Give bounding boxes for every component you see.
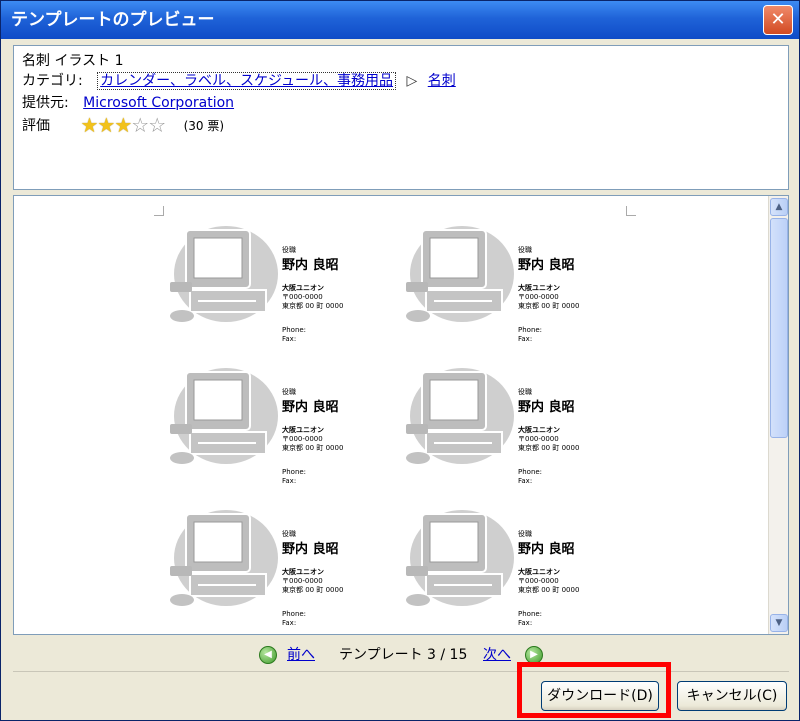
business-card: 役職 野内 良昭 大阪ユニオン 〒000-0000 東京都 00 町 0000 … [400, 364, 630, 504]
business-card: 役職 野内 良昭 大阪ユニオン 〒000-0000 東京都 00 町 0000 … [164, 222, 394, 362]
card-zip: 〒000-0000 [282, 293, 323, 301]
crop-mark [154, 206, 164, 216]
rating-row: 評価 ★★★☆☆ (30 票) [22, 114, 224, 136]
card-name: 野内 良昭 [282, 542, 339, 557]
business-card: 役職 野内 良昭 大阪ユニオン 〒000-0000 東京都 00 町 0000 … [164, 506, 394, 634]
subcategory-link[interactable]: 名刺 [428, 73, 456, 89]
business-card: 役職 野内 良昭 大阪ユニオン 〒000-0000 東京都 00 町 0000 … [400, 506, 630, 634]
star-empty-icon: ☆ [148, 113, 166, 137]
card-company: 大阪ユニオン [518, 284, 560, 292]
category-link[interactable]: カレンダー、ラベル、スケジュール、事務用品 [97, 72, 397, 90]
card-name: 野内 良昭 [282, 258, 339, 273]
close-button[interactable]: ✕ [763, 5, 793, 35]
card-name: 野内 良昭 [518, 542, 575, 557]
template-preview-dialog: テンプレートのプレビュー ✕ 名刺 イラスト 1 カテゴリ: カレンダー、ラベル… [0, 0, 800, 721]
crop-mark [626, 206, 636, 216]
template-preview-area: 役職 野内 良昭 大阪ユニオン 〒000-0000 東京都 00 町 0000 … [13, 195, 789, 635]
arrow-down-icon: ▼ [775, 618, 783, 628]
card-address: 東京都 00 町 0000 [518, 444, 580, 452]
card-zip: 〒000-0000 [282, 435, 323, 443]
vertical-scrollbar[interactable]: ▲ ▼ [768, 196, 788, 634]
card-fax: Fax: [282, 335, 297, 343]
card-company: 大阪ユニオン [518, 426, 560, 434]
category-label: カテゴリ: [22, 73, 83, 89]
next-arrow-icon[interactable]: ▶ [525, 646, 543, 664]
card-job-title: 役職 [282, 246, 296, 254]
provider-link[interactable]: Microsoft Corporation [83, 95, 234, 111]
star-empty-icon: ☆ [131, 113, 149, 137]
rating-stars: ★★★☆☆ [80, 113, 166, 137]
scroll-up-button[interactable]: ▲ [770, 198, 788, 216]
rating-votes: (30 票) [183, 119, 225, 133]
card-zip: 〒000-0000 [518, 293, 559, 301]
arrow-up-icon: ▲ [775, 202, 783, 212]
computer-illustration-icon [406, 510, 514, 606]
card-job-title: 役職 [282, 388, 296, 396]
computer-illustration-icon [406, 226, 514, 322]
window-title: テンプレートのプレビュー [11, 10, 215, 30]
card-fax: Fax: [282, 477, 297, 485]
card-address: 東京都 00 町 0000 [282, 586, 344, 594]
next-link[interactable]: 次へ [483, 643, 511, 667]
card-phone: Phone: [282, 468, 307, 476]
card-address: 東京都 00 町 0000 [282, 444, 344, 452]
scroll-down-button[interactable]: ▼ [770, 614, 788, 632]
card-zip: 〒000-0000 [518, 577, 559, 585]
star-filled-icon: ★ [97, 113, 115, 137]
card-fax: Fax: [518, 335, 533, 343]
computer-illustration-icon [170, 510, 278, 606]
star-filled-icon: ★ [114, 113, 132, 137]
card-zip: 〒000-0000 [518, 435, 559, 443]
card-name: 野内 良昭 [518, 400, 575, 415]
card-zip: 〒000-0000 [282, 577, 323, 585]
breadcrumb-separator-icon: ▷ [406, 73, 418, 89]
card-phone: Phone: [518, 326, 543, 334]
card-company: 大阪ユニオン [282, 568, 324, 576]
card-job-title: 役職 [518, 246, 532, 254]
card-address: 東京都 00 町 0000 [518, 302, 580, 310]
previous-arrow-icon[interactable]: ◀ [259, 646, 277, 664]
card-fax: Fax: [282, 619, 297, 627]
card-address: 東京都 00 町 0000 [518, 586, 580, 594]
previous-link[interactable]: 前へ [287, 643, 315, 667]
business-card: 役職 野内 良昭 大阪ユニオン 〒000-0000 東京都 00 町 0000 … [400, 222, 630, 362]
card-phone: Phone: [282, 610, 307, 618]
card-company: 大阪ユニオン [282, 426, 324, 434]
card-fax: Fax: [518, 477, 533, 485]
card-address: 東京都 00 町 0000 [282, 302, 344, 310]
template-counter: テンプレート 3 / 15 [339, 647, 468, 663]
card-job-title: 役職 [518, 530, 532, 538]
card-job-title: 役職 [518, 388, 532, 396]
card-phone: Phone: [282, 326, 307, 334]
card-name: 野内 良昭 [518, 258, 575, 273]
card-phone: Phone: [518, 610, 543, 618]
card-name: 野内 良昭 [282, 400, 339, 415]
business-card: 役職 野内 良昭 大阪ユニオン 〒000-0000 東京都 00 町 0000 … [164, 364, 394, 504]
rating-label: 評価 [22, 118, 50, 134]
card-phone: Phone: [518, 468, 543, 476]
card-fax: Fax: [518, 619, 533, 627]
template-navigation: ◀ 前へ テンプレート 3 / 15 次へ ▶ [1, 643, 800, 667]
provider-label: 提供元: [22, 95, 69, 111]
computer-illustration-icon [170, 226, 278, 322]
scroll-thumb[interactable] [770, 218, 788, 438]
computer-illustration-icon [170, 368, 278, 464]
template-info-panel: 名刺 イラスト 1 カテゴリ: カレンダー、ラベル、スケジュール、事務用品 ▷ … [13, 45, 789, 190]
close-icon: ✕ [770, 9, 786, 30]
divider [13, 671, 789, 672]
category-row: カテゴリ: カレンダー、ラベル、スケジュール、事務用品 ▷ 名刺 [22, 70, 456, 92]
card-company: 大阪ユニオン [282, 284, 324, 292]
card-job-title: 役職 [282, 530, 296, 538]
provider-row: 提供元: Microsoft Corporation [22, 92, 234, 114]
template-name: 名刺 イラスト 1 [22, 53, 124, 69]
star-filled-icon: ★ [80, 113, 98, 137]
computer-illustration-icon [406, 368, 514, 464]
cancel-button[interactable]: キャンセル(C) [677, 681, 787, 711]
card-company: 大阪ユニオン [518, 568, 560, 576]
download-button[interactable]: ダウンロード(D) [541, 681, 659, 711]
title-bar: テンプレートのプレビュー ✕ [1, 1, 799, 39]
